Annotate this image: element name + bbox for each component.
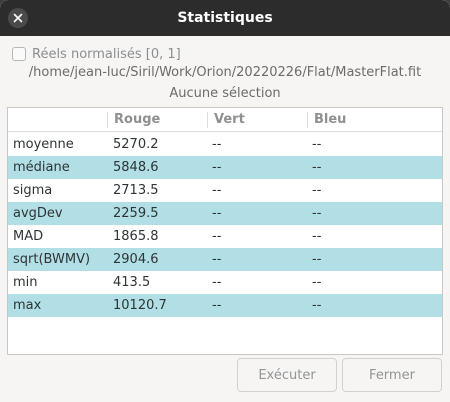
- execute-button[interactable]: Exécuter: [237, 358, 337, 392]
- blue-value: --: [312, 275, 322, 290]
- blue-value: --: [312, 298, 322, 313]
- blue-value: --: [312, 160, 322, 175]
- red-value: 5848.6: [113, 160, 159, 175]
- column-separator: [207, 112, 208, 128]
- table-row[interactable]: sqrt(BWMV) 2904.6 -- --: [8, 248, 442, 271]
- blue-value: --: [312, 206, 322, 221]
- stat-name: max: [13, 298, 42, 313]
- statistics-dialog: Statistiques Réels normalisés [0, 1] /ho…: [0, 0, 450, 402]
- normalize-option[interactable]: Réels normalisés [0, 1]: [12, 44, 181, 64]
- column-header-blue[interactable]: Bleu: [314, 108, 346, 132]
- green-value: --: [212, 252, 222, 267]
- column-separator: [107, 112, 108, 128]
- table-row[interactable]: MAD 1865.8 -- --: [8, 225, 442, 248]
- close-button[interactable]: Fermer: [342, 358, 442, 392]
- stat-name: avgDev: [13, 206, 63, 221]
- statistics-table: Rouge Vert Bleu moyenne 5270.2 -- -- méd…: [7, 107, 443, 355]
- table-row[interactable]: sigma 2713.5 -- --: [8, 179, 442, 202]
- normalize-checkbox[interactable]: [12, 47, 26, 61]
- table-row[interactable]: avgDev 2259.5 -- --: [8, 202, 442, 225]
- green-value: --: [212, 183, 222, 198]
- table-row[interactable]: médiane 5848.6 -- --: [8, 156, 442, 179]
- stat-name: médiane: [13, 160, 70, 175]
- green-value: --: [212, 137, 222, 152]
- column-separator: [307, 112, 308, 128]
- stat-name: sigma: [13, 183, 53, 198]
- red-value: 2259.5: [113, 206, 159, 221]
- blue-value: --: [312, 229, 322, 244]
- green-value: --: [212, 229, 222, 244]
- red-value: 10120.7: [113, 298, 167, 313]
- red-value: 5270.2: [113, 137, 159, 152]
- green-value: --: [212, 298, 222, 313]
- red-value: 1865.8: [113, 229, 159, 244]
- table-row[interactable]: min 413.5 -- --: [8, 271, 442, 294]
- table-header: Rouge Vert Bleu: [8, 108, 442, 132]
- red-value: 2713.5: [113, 183, 159, 198]
- stat-name: moyenne: [13, 137, 74, 152]
- column-header-red[interactable]: Rouge: [114, 108, 160, 132]
- blue-value: --: [312, 183, 322, 198]
- red-value: 413.5: [113, 275, 151, 290]
- table-row[interactable]: moyenne 5270.2 -- --: [8, 133, 442, 156]
- green-value: --: [212, 275, 222, 290]
- stat-name: sqrt(BWMV): [13, 252, 91, 267]
- window-title: Statistiques: [177, 10, 273, 26]
- green-value: --: [212, 160, 222, 175]
- table-row[interactable]: max 10120.7 -- --: [8, 294, 442, 317]
- file-path: /home/jean-luc/Siril/Work/Orion/20220226…: [28, 65, 422, 80]
- stat-name: min: [13, 275, 38, 290]
- red-value: 2904.6: [113, 252, 159, 267]
- title-bar: Statistiques: [0, 0, 450, 36]
- blue-value: --: [312, 252, 322, 267]
- column-header-green[interactable]: Vert: [214, 108, 245, 132]
- blue-value: --: [312, 137, 322, 152]
- selection-status: Aucune sélection: [169, 86, 281, 101]
- green-value: --: [212, 206, 222, 221]
- normalize-label: Réels normalisés [0, 1]: [32, 46, 181, 62]
- stat-name: MAD: [13, 229, 44, 244]
